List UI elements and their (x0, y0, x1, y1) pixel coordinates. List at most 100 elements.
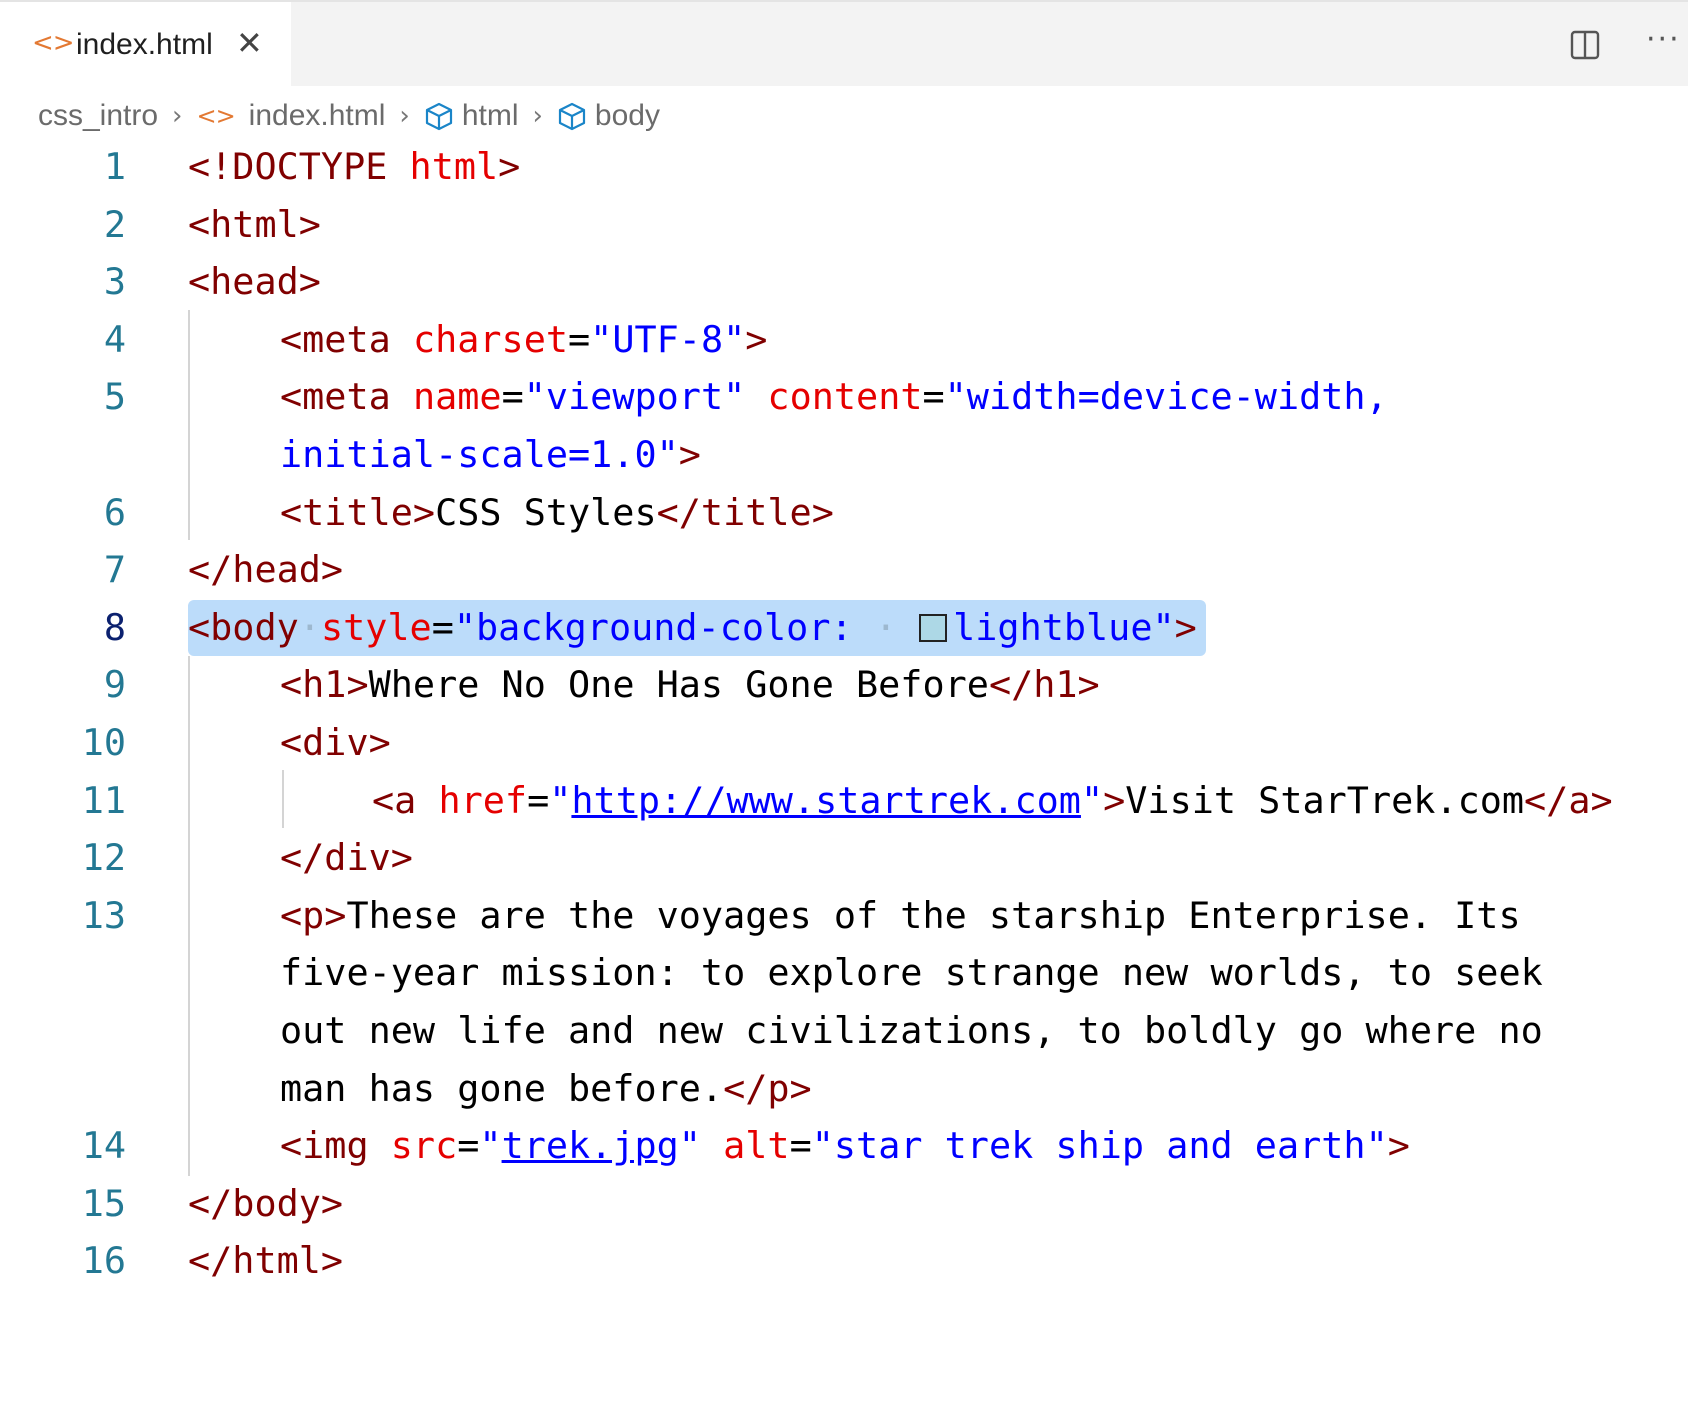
link-url[interactable]: http://www.startrek.com (571, 779, 1081, 822)
token: <!DOCTYPE (188, 145, 388, 188)
code-line[interactable]: 1 <!DOCTYPE html> (0, 138, 1688, 196)
line-number: 1 (103, 145, 126, 188)
token: </a> (1524, 778, 1613, 822)
token: "star trek ship and earth" (811, 1124, 1388, 1168)
code-text: <a href="http://www.startrek.com">Visit … (188, 772, 1613, 830)
tab-index-html[interactable]: <> index.html ✕ (0, 2, 291, 88)
code-text: <meta charset="UTF-8"> (188, 311, 767, 369)
line-number: 4 (103, 317, 126, 361)
line-number: 3 (103, 260, 126, 304)
link-url[interactable]: trek.jpg (502, 1124, 679, 1167)
token: = (789, 1124, 812, 1168)
code-text: <!DOCTYPE html> (188, 138, 520, 196)
token: > (1103, 778, 1126, 822)
code-text: <title>CSS Styles</title> (188, 484, 834, 542)
color-swatch[interactable] (919, 613, 948, 642)
token: "width=device-width, (944, 375, 1388, 419)
token: <img (280, 1124, 369, 1168)
html-file-icon: <> (32, 28, 75, 58)
token: <a (372, 778, 417, 822)
code-line[interactable]: 6 <title>CSS Styles</title> (0, 484, 1688, 542)
code-line[interactable]: 12 </div> (0, 829, 1688, 887)
code-line[interactable]: 13 <p>These are the voyages of the stars… (0, 887, 1688, 945)
code-text: <img src="trek.jpg" alt="star trek ship … (188, 1117, 1410, 1175)
tab-label: index.html (76, 28, 213, 61)
chevron-right-icon: › (532, 101, 543, 131)
breadcrumb-element-html[interactable]: html (424, 99, 519, 133)
token: <h1> (280, 663, 369, 707)
close-icon[interactable]: ✕ (236, 24, 263, 62)
line-number: 7 (103, 548, 126, 592)
split-editor-icon[interactable] (1570, 30, 1600, 60)
code-line-active[interactable]: 8 <body·style="background-color: · light… (0, 599, 1688, 657)
token: <p> (280, 893, 347, 937)
line-number: 6 (103, 490, 126, 534)
code-text: </head> (188, 541, 343, 599)
token: "viewport" (523, 375, 746, 419)
code-editor[interactable]: 1 <!DOCTYPE html> 2 <html> 3 <head> 4 <m… (0, 138, 1688, 1290)
code-line-wrap[interactable]: initial-scale=1.0"> (0, 426, 1688, 484)
code-line-wrap[interactable]: five-year mission: to explore strange ne… (0, 944, 1688, 1002)
code-line[interactable]: 10 <div> (0, 714, 1688, 772)
code-line[interactable]: 15 </body> (0, 1175, 1688, 1233)
code-text: initial-scale=1.0"> (188, 426, 701, 484)
code-line[interactable]: 3 <head> (0, 253, 1688, 311)
code-line[interactable]: 2 <html> (0, 196, 1688, 254)
line-number: 11 (81, 778, 126, 822)
chevron-right-icon: › (399, 101, 410, 131)
token: <head> (188, 260, 321, 304)
token: <div> (280, 720, 391, 764)
token: style (320, 605, 432, 649)
whitespace-marker: · (852, 605, 920, 649)
code-line[interactable]: 7 </head> (0, 541, 1688, 599)
token: "background-color: (453, 605, 853, 649)
token: = (922, 375, 945, 419)
breadcrumb-element-body[interactable]: body (557, 99, 660, 133)
breadcrumb-file-label: index.html (248, 99, 386, 132)
line-number: 15 (81, 1181, 126, 1225)
token: = (527, 778, 550, 822)
code-line[interactable]: 4 <meta charset="UTF-8"> (0, 311, 1688, 369)
token: <title> (280, 490, 436, 534)
line-number: 10 (81, 720, 126, 764)
line-number: 16 (81, 1239, 126, 1283)
html-file-icon: <> (196, 102, 235, 130)
line-number: 8 (103, 605, 126, 649)
token: Visit StarTrek.com (1125, 778, 1525, 822)
token: </div> (280, 836, 413, 880)
code-text: </div> (188, 829, 413, 887)
token: charset (412, 317, 569, 361)
code-text: <head> (188, 253, 321, 311)
token: = (568, 317, 591, 361)
token: " (549, 778, 572, 822)
token: > (1387, 1124, 1410, 1168)
code-text: <html> (188, 196, 321, 254)
code-line[interactable]: 9 <h1>Where No One Has Gone Before</h1> (0, 656, 1688, 714)
code-line[interactable]: 5 <meta name="viewport" content="width=d… (0, 368, 1688, 426)
line-number: 13 (81, 893, 126, 937)
code-line-wrap[interactable]: out new life and new civilizations, to b… (0, 1002, 1688, 1060)
code-line[interactable]: 16 </html> (0, 1232, 1688, 1290)
breadcrumb-element-label: html (461, 99, 519, 132)
token: = (431, 605, 454, 649)
code-text: <meta name="viewport" content="width=dev… (188, 368, 1388, 426)
breadcrumb-file[interactable]: <> index.html (196, 99, 385, 133)
code-line[interactable]: 11 <a href="http://www.startrek.com">Vis… (0, 772, 1688, 830)
token: These are the voyages of the starship En… (346, 893, 1521, 937)
token: Where No One Has Gone Before (368, 663, 989, 707)
code-text: five-year mission: to explore strange ne… (280, 951, 1543, 995)
token: " (479, 1124, 502, 1168)
code-line-wrap[interactable]: man has gone before.</p> (0, 1060, 1688, 1118)
editor-tab-bar: <> index.html ✕ ··· (0, 0, 1688, 88)
breadcrumb-folder[interactable]: css_intro (38, 99, 158, 133)
code-text: <body·style="background-color: · lightbl… (188, 599, 1197, 657)
code-line[interactable]: 14 <img src="trek.jpg" alt="star trek sh… (0, 1117, 1688, 1175)
token: CSS Styles (435, 490, 657, 534)
more-actions-icon[interactable]: ··· (1646, 22, 1681, 57)
chevron-right-icon: › (172, 101, 183, 131)
element-cube-icon (558, 102, 586, 131)
